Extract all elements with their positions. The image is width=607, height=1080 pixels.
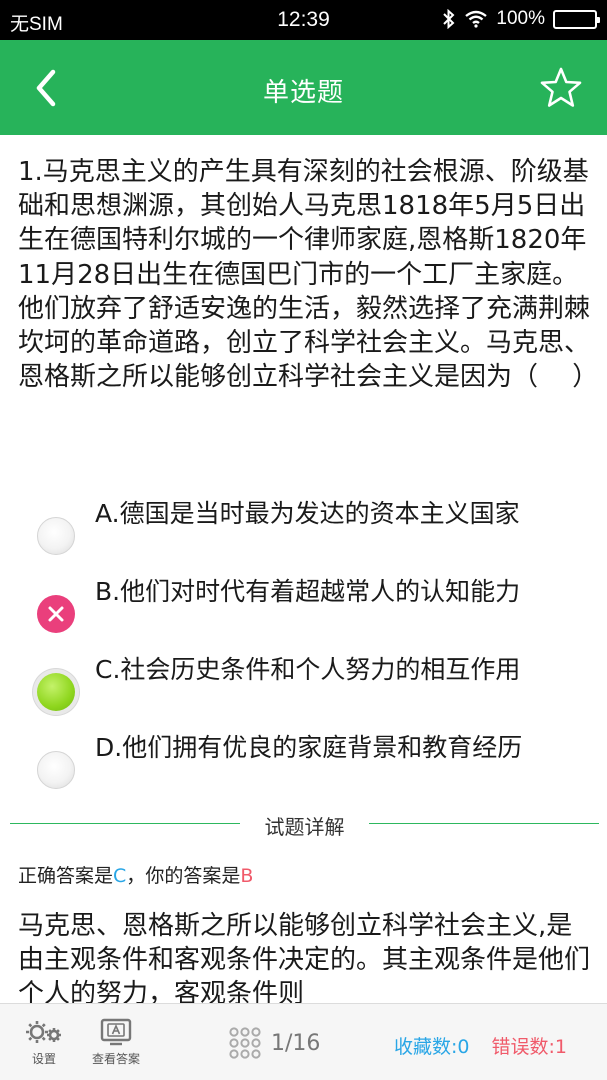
options-list: A.德国是当时最为发达的资本主义国家 B.他们对时代有着超越常人的认知能力 C.… [0, 495, 607, 807]
wrong-mark-icon [37, 595, 75, 633]
answer-separator: ， [126, 865, 146, 887]
option-label: A.德国是当时最为发达的资本主义国家 [95, 499, 520, 528]
your-answer-prefix: 你的答案是 [145, 865, 241, 887]
answer-summary: 正确答案是C，你的答案是B [18, 861, 253, 888]
correct-dot-icon [37, 673, 75, 711]
question-panel: 1.马克思主义的产生具有深刻的社会根源、阶级基础和思想渊源，其创始人马克思181… [0, 135, 607, 1003]
question-text: 1.马克思主义的产生具有深刻的社会根源、阶级基础和思想渊源，其创始人马克思181… [18, 157, 599, 393]
correct-answer: C [113, 865, 127, 887]
stats: 收藏数:0 错误数:1 [394, 1032, 567, 1059]
correct-answer-prefix: 正确答案是 [18, 865, 114, 887]
status-bar: 无SIM 12:39 100% [0, 0, 607, 40]
battery-icon [553, 9, 600, 29]
view-answer-button[interactable]: 查看答案 [86, 1018, 146, 1067]
wifi-icon [465, 10, 488, 28]
option-label: B.他们对时代有着超越常人的认知能力 [95, 577, 521, 606]
explanation-divider: 试题详解 [10, 811, 599, 839]
option-b[interactable]: B.他们对时代有着超越常人的认知能力 [0, 573, 607, 651]
explanation-heading: 试题详解 [264, 815, 345, 839]
page-indicator: 1/16 [271, 1030, 321, 1056]
top-bar: 单选题 [0, 40, 607, 135]
page-title: 单选题 [262, 78, 344, 108]
option-c[interactable]: C.社会历史条件和个人努力的相互作用 [0, 651, 607, 729]
option-a[interactable]: A.德国是当时最为发达的资本主义国家 [0, 495, 607, 573]
favorite-button[interactable] [539, 66, 583, 110]
answer-screen-icon [100, 1018, 132, 1046]
bottom-toolbar: 设置 查看答案 1/16 收藏数:0 错误数:1 [0, 1003, 607, 1080]
gears-icon [26, 1021, 61, 1043]
settings-button[interactable]: 设置 [22, 1018, 66, 1067]
status-icons: 100% [442, 8, 600, 30]
view-answer-label: 查看答案 [91, 1052, 140, 1066]
bluetooth-icon [443, 9, 455, 29]
battery-percent: 100% [496, 8, 545, 29]
settings-label: 设置 [31, 1052, 56, 1066]
your-answer: B [240, 865, 254, 887]
errors-count[interactable]: 错误数:1 [492, 1036, 568, 1058]
favorites-count[interactable]: 收藏数:0 [394, 1036, 470, 1058]
question-pager[interactable]: 1/16 [228, 1026, 320, 1060]
explanation-text: 马克思、恩格斯之所以能够创立科学社会主义,是由主观条件和客观条件决定的。其主观条… [18, 911, 591, 1003]
radio-unselected-icon [37, 517, 75, 555]
star-icon [540, 67, 582, 107]
option-label: C.社会历史条件和个人努力的相互作用 [95, 655, 521, 684]
option-d[interactable]: D.他们拥有优良的家庭背景和教育经历 [0, 729, 607, 807]
radio-unselected-icon [37, 751, 75, 789]
option-label: D.他们拥有优良的家庭背景和教育经历 [95, 733, 523, 762]
grid-dots-icon [229, 1027, 261, 1059]
